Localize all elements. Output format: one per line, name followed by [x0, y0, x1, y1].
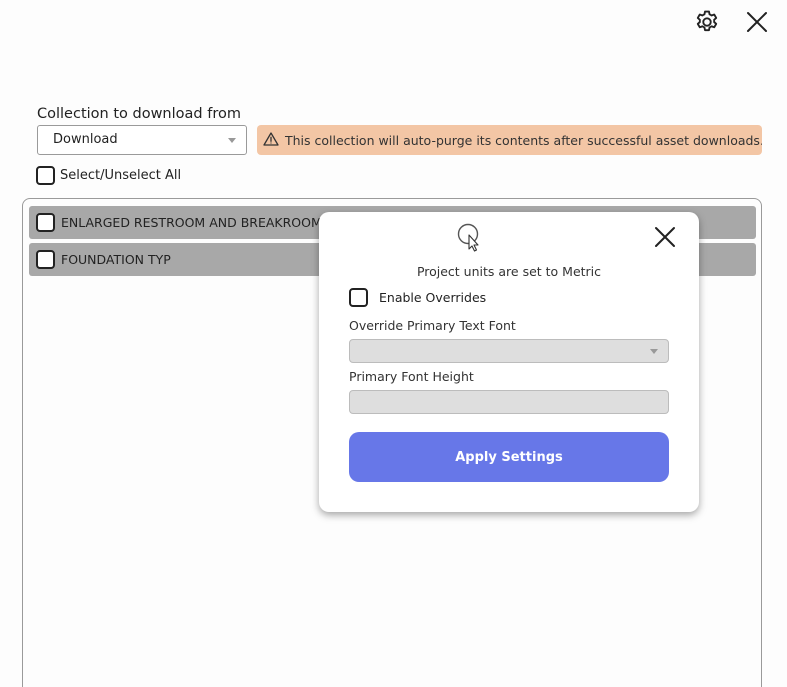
gear-icon[interactable]: [691, 6, 723, 38]
item-label: ENLARGED RESTROOM AND BREAKROOM: [61, 215, 322, 230]
font-height-input[interactable]: [349, 390, 669, 414]
mouse-pointer-icon: [457, 222, 483, 252]
close-icon[interactable]: [741, 6, 773, 38]
units-info: Project units are set to Metric: [416, 264, 602, 279]
enable-overrides-label: Enable Overrides: [379, 290, 487, 305]
font-height-label: Primary Font Height: [349, 369, 474, 384]
chevron-down-icon: [228, 138, 236, 143]
collection-select[interactable]: Download: [37, 125, 247, 155]
settings-modal: Project units are set to Metric Enable O…: [319, 212, 699, 512]
select-all-label: Select/Unselect All: [60, 168, 182, 183]
select-all-checkbox[interactable]: [36, 166, 55, 185]
collection-select-value: Download: [53, 132, 118, 147]
download-panel: Collection to download from Download Thi…: [0, 0, 787, 687]
item-checkbox[interactable]: [36, 213, 55, 232]
primary-font-select[interactable]: [349, 339, 669, 363]
font-select-label: Override Primary Text Font: [349, 318, 516, 333]
warning-text: This collection will auto-purge its cont…: [285, 132, 762, 148]
enable-overrides-checkbox[interactable]: [349, 288, 368, 307]
item-checkbox[interactable]: [36, 250, 55, 269]
apply-settings-button[interactable]: Apply Settings: [349, 432, 669, 482]
close-icon[interactable]: [653, 225, 677, 249]
chevron-down-icon: [650, 349, 658, 354]
warning-triangle-icon: [263, 131, 279, 149]
select-all-row[interactable]: Select/Unselect All: [36, 166, 181, 185]
purge-warning-banner: This collection will auto-purge its cont…: [257, 125, 762, 155]
collection-label: Collection to download from: [37, 106, 241, 122]
item-label: FOUNDATION TYP: [61, 252, 171, 267]
enable-overrides-row[interactable]: Enable Overrides: [349, 288, 486, 307]
